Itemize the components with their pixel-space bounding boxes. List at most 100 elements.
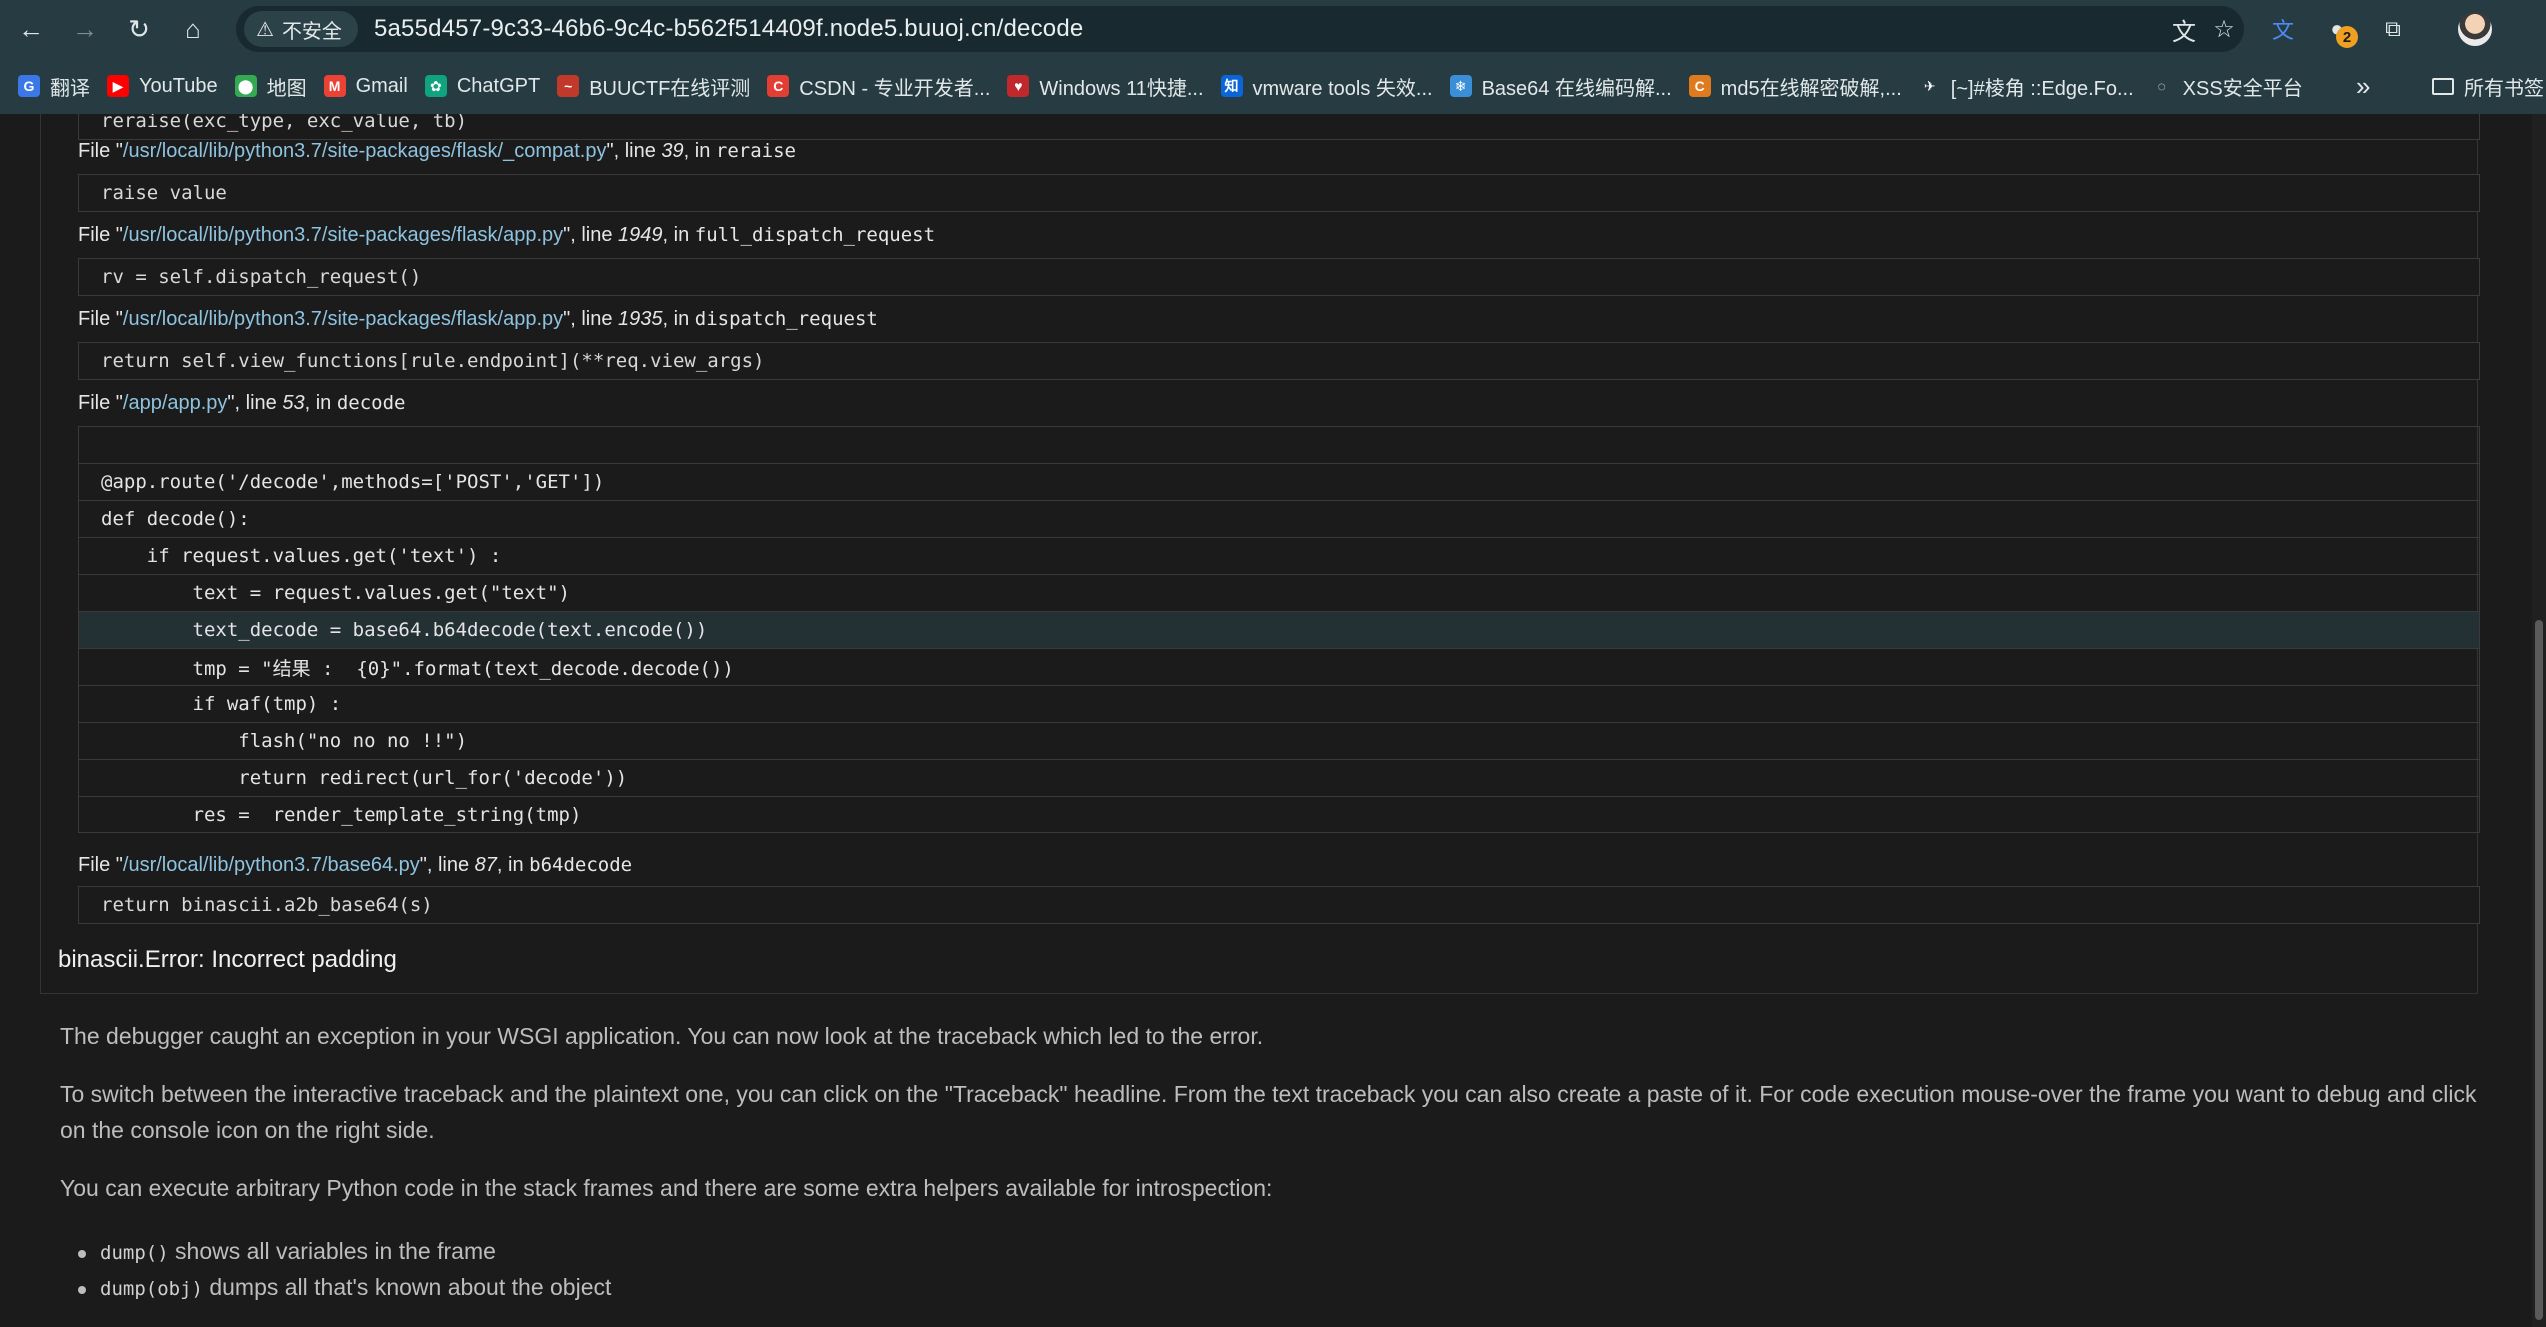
back-button[interactable]: ← — [8, 6, 54, 52]
scrollbar-thumb[interactable] — [2535, 620, 2543, 1320]
source-line: text = request.values.get("text") — [78, 574, 2480, 611]
helper-code: dump(obj) — [100, 1278, 203, 1300]
source-line: if waf(tmp) : — [78, 685, 2480, 722]
frame-sep: , in — [304, 392, 337, 414]
page-content: reraise(exc_type, exc_value, tb) File "/… — [0, 114, 2546, 1327]
translate-icon: 文 — [2172, 18, 2196, 46]
frame-mid: ", line — [563, 308, 619, 330]
md5-icon: C — [1688, 75, 1711, 97]
explanation-paragraph-1: The debugger caught an exception in your… — [60, 1023, 1264, 1049]
profile-avatar[interactable] — [2458, 12, 2492, 46]
maps-icon: ⬤ — [234, 75, 257, 97]
frame-prefix: File " — [78, 392, 123, 414]
extensions-menu-button[interactable]: ⧉ — [2374, 10, 2412, 48]
puzzle-icon: ⧉ — [2385, 16, 2401, 41]
bookmark-item[interactable]: ✿ ChatGPT — [421, 66, 549, 106]
gmail-icon: M — [323, 75, 346, 97]
source-line: return redirect(url_for('decode')) — [78, 759, 2480, 796]
extension-badge: 2 — [2336, 26, 2358, 48]
reload-button[interactable]: ↻ — [116, 6, 162, 52]
arrow-right-icon: → — [72, 13, 98, 44]
home-button[interactable]: ⌂ — [170, 6, 216, 52]
security-indicator[interactable]: ⚠ 不安全 — [244, 11, 358, 47]
frame-path: /usr/local/lib/python3.7/site-packages/f… — [122, 224, 564, 246]
bookmark-item[interactable]: ✈ [~]#棱角 ::Edge.Fo... — [1915, 66, 2143, 106]
bookmarks-bar: G 翻译 ▶ YouTube ⬤ 地图 M Gmail ✿ ChatGPT ~ BUUCTF在线评测 C… — [0, 58, 2546, 114]
frame-line-number: 53 — [282, 392, 305, 414]
bookmark-item[interactable]: ⬤ 地图 — [231, 66, 316, 106]
translate-page-button[interactable]: 文 — [2164, 6, 2204, 52]
bookmark-label: 翻译 — [50, 77, 90, 100]
forward-button[interactable]: → — [62, 6, 108, 52]
arrow-left-icon: ← — [18, 13, 44, 44]
frame-header[interactable]: File "/usr/local/lib/python3.7/base64.py… — [78, 854, 632, 877]
all-bookmarks-button[interactable]: 所有书签 — [2432, 58, 2544, 114]
bookmark-label: Gmail — [355, 74, 408, 97]
bookmark-item[interactable]: 知 vmware tools 失效... — [1217, 66, 1442, 106]
bookmark-item[interactable]: ♥ Windows 11快捷... — [1003, 66, 1212, 106]
folder-icon — [2432, 77, 2454, 95]
frame-path: /app/app.py — [122, 392, 228, 414]
helper-item: dump() shows all variables in the frame — [78, 1238, 496, 1265]
frame-code[interactable]: return self.view_functions[rule.endpoint… — [78, 342, 2480, 380]
helper-description: shows all variables in the frame — [168, 1238, 496, 1264]
translate-extension-icon: 文 — [2271, 18, 2294, 43]
chatgpt-icon: ✿ — [424, 75, 447, 97]
frame-function: full_dispatch_request — [694, 224, 936, 246]
warning-triangle-icon: ⚠ — [256, 18, 274, 41]
frame-prefix: File " — [78, 854, 123, 876]
source-line: @app.route('/decode',methods=['POST','GE… — [78, 463, 2480, 500]
browser-toolbar: ← → ↻ ⌂ ⚠ 不安全 5a55d457-9c33-46b6-9c4c-b5… — [0, 0, 2546, 58]
frame-function: reraise — [715, 140, 796, 162]
frame-header[interactable]: File "/usr/local/lib/python3.7/site-pack… — [78, 308, 878, 331]
frame-code[interactable]: rv = self.dispatch_request() — [78, 258, 2480, 296]
frame-line-number: 1935 — [618, 308, 663, 330]
youtube-icon: ▶ — [107, 75, 129, 97]
frame-path: /usr/local/lib/python3.7/site-packages/f… — [122, 308, 564, 330]
bookmark-label: ChatGPT — [456, 74, 541, 97]
exception-message: : Incorrect padding — [198, 946, 397, 973]
address-bar[interactable]: ⚠ 不安全 5a55d457-9c33-46b6-9c4c-b562f51440… — [236, 6, 2244, 52]
frame-header[interactable]: File "/usr/local/lib/python3.7/site-pack… — [78, 140, 796, 163]
frame-function: b64decode — [529, 854, 633, 876]
bookmark-item[interactable]: M Gmail — [320, 66, 417, 106]
bookmark-star-button[interactable]: ☆ — [2204, 6, 2244, 52]
exception-line: binascii.Error: Incorrect padding — [58, 946, 397, 974]
bookmark-item[interactable]: ▶ YouTube — [103, 66, 227, 106]
translate-extension-button[interactable]: 文 — [2264, 10, 2302, 48]
explanation-paragraph-3: You can execute arbitrary Python code in… — [60, 1175, 1273, 1201]
frame-sep: , in — [662, 224, 695, 246]
bookmark-label: Base64 在线编码解... — [1481, 77, 1672, 100]
bookmark-label: md5在线解密破解,... — [1720, 77, 1902, 100]
bookmark-label: YouTube — [139, 74, 218, 97]
source-line: tmp = "结果 : {0}".format(text_decode.deco… — [78, 648, 2480, 685]
bookmarks-overflow-button[interactable]: » — [2356, 58, 2370, 114]
bookmark-item[interactable]: ~ BUUCTF在线评测 — [553, 66, 759, 106]
bookmark-item[interactable]: Cmd5在线解密破解,... — [1685, 66, 1911, 106]
bookmark-label: vmware tools 失效... — [1252, 77, 1433, 100]
frame-line-number: 87 — [474, 854, 497, 876]
bookmark-item[interactable]: ❄ Base64 在线编码解... — [1446, 66, 1681, 106]
frame-code[interactable]: raise value — [78, 174, 2480, 212]
home-icon: ⌂ — [185, 13, 201, 44]
frame-line-number: 1949 — [618, 224, 663, 246]
source-line-current: text_decode = base64.b64decode(text.enco… — [78, 611, 2480, 648]
frame-mid: ", line — [227, 392, 283, 414]
frame-function: decode — [336, 392, 406, 414]
bookmark-label: CSDN - 专业开发者... — [799, 77, 991, 100]
frame-prefix: File " — [78, 308, 123, 330]
frame-header[interactable]: File "/app/app.py", line 53, in decode — [78, 392, 405, 415]
bookmark-item[interactable]: ◌ XSS安全平台 — [2147, 66, 2312, 106]
bookmark-item[interactable]: G 翻译 — [14, 66, 99, 106]
url-text[interactable]: 5a55d457-9c33-46b6-9c4c-b562f514409f.nod… — [374, 15, 1084, 43]
frame-header[interactable]: File "/usr/local/lib/python3.7/site-pack… — [78, 224, 935, 247]
frame-code[interactable]: return binascii.a2b_base64(s) — [78, 886, 2480, 924]
source-line: if request.values.get('text') : — [78, 537, 2480, 574]
all-bookmarks-label: 所有书签 — [2464, 77, 2544, 100]
explanation-paragraph-2: To switch between the interactive traceb… — [60, 1081, 2477, 1143]
windows-shortcut-icon: ♥ — [1007, 75, 1030, 97]
bookmark-item[interactable]: C CSDN - 专业开发者... — [763, 66, 999, 106]
partial-code-line: reraise(exc_type, exc_value, tb) — [78, 114, 2480, 140]
helper-code: dump() — [100, 1242, 169, 1264]
helper-description: dumps all that's known about the object — [202, 1274, 612, 1300]
